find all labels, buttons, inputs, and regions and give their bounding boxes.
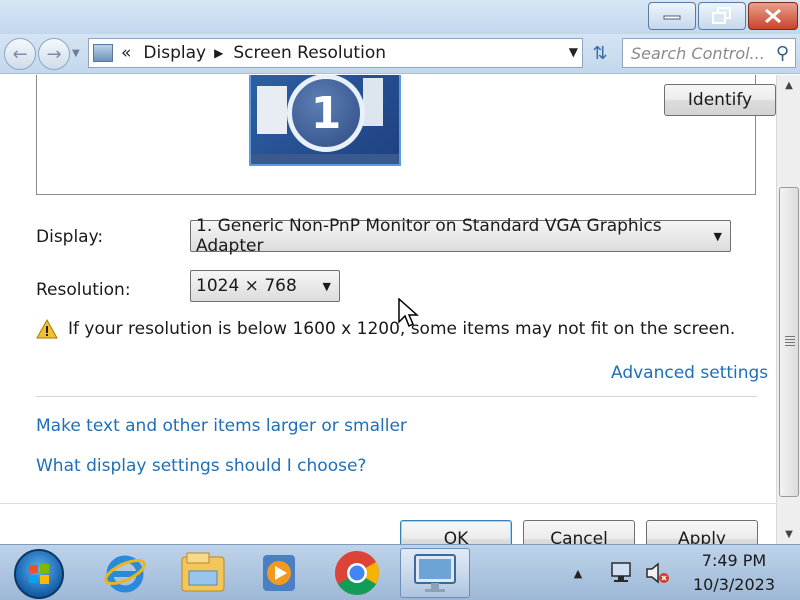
main-content: 1 Identify Display: 1. Generic Non-PnP M… — [0, 75, 776, 544]
resolution-label: Resolution: — [36, 280, 131, 300]
mouse-cursor-icon — [398, 298, 419, 328]
display-settings-icon — [414, 554, 456, 592]
refresh-button[interactable]: ⇅ — [586, 38, 614, 68]
internet-explorer-taskbar-button[interactable] — [98, 548, 152, 598]
clock-date: 10/3/2023 — [692, 575, 776, 594]
navigation-bar: ← → ▼ « Display ▶ Screen Resolution ▼ ⇅ … — [0, 34, 800, 74]
close-button[interactable] — [748, 2, 798, 30]
start-button[interactable] — [14, 549, 64, 599]
cancel-button[interactable]: Cancel — [523, 520, 635, 544]
monitor-number: 1 — [287, 75, 365, 152]
ok-button[interactable]: OK — [400, 520, 512, 544]
breadcrumb-display[interactable]: Display — [143, 43, 206, 63]
apply-button[interactable]: Apply — [646, 520, 758, 544]
minimize-button[interactable] — [648, 2, 696, 30]
breadcrumb-separator-icon[interactable]: ▶ — [214, 46, 223, 60]
restore-button[interactable] — [698, 2, 746, 30]
minimize-icon — [663, 15, 681, 20]
file-explorer-taskbar-button[interactable] — [176, 548, 230, 598]
refresh-icon: ⇅ — [592, 42, 608, 64]
window-title-bar — [0, 0, 800, 34]
volume-muted-icon — [646, 562, 669, 584]
chrome-icon — [335, 551, 379, 595]
back-button[interactable]: ← — [4, 38, 36, 70]
clock-time: 7:49 PM — [701, 551, 767, 570]
footer-divider — [0, 503, 776, 504]
internet-explorer-icon — [104, 555, 146, 593]
forward-button[interactable]: → — [38, 38, 70, 70]
media-player-taskbar-button[interactable] — [252, 548, 306, 598]
windows-logo-icon — [29, 564, 49, 584]
volume-tray-icon[interactable] — [642, 545, 672, 600]
control-panel-icon — [93, 44, 113, 62]
advanced-settings-link[interactable]: Advanced settings — [611, 363, 768, 383]
monitor-image[interactable]: 1 — [249, 75, 401, 166]
resolution-warning: If your resolution is below 1600 x 1200,… — [36, 318, 735, 339]
monitor-window-thumbnail — [363, 78, 383, 126]
arrow-right-icon: → — [46, 43, 62, 65]
scrollbar-thumb[interactable] — [779, 187, 799, 497]
identify-button[interactable]: Identify — [664, 84, 776, 116]
scroll-down-icon[interactable]: ▼ — [777, 524, 800, 544]
monitor-preview-area: 1 Identify — [36, 75, 776, 195]
monitor-window-thumbnail — [257, 86, 287, 134]
restore-icon — [712, 7, 731, 24]
network-icon — [611, 562, 631, 582]
close-icon — [765, 8, 781, 24]
taskbar: ▲ 7:49 PM 10/3/2023 — [0, 544, 800, 600]
arrow-left-icon: ← — [12, 43, 28, 65]
breadcrumb-overflow[interactable]: « — [121, 43, 131, 63]
resolution-select[interactable]: 1024 × 768 ▼ — [190, 270, 340, 302]
vertical-scrollbar[interactable]: ▲ ▼ — [776, 75, 800, 544]
scrollbar-grip — [785, 336, 795, 346]
text-size-link[interactable]: Make text and other items larger or smal… — [36, 416, 407, 436]
search-placeholder: Search Control... — [631, 43, 765, 63]
search-icon[interactable]: ⚲ — [776, 43, 789, 64]
system-clock[interactable]: 7:49 PM 10/3/2023 — [684, 549, 784, 597]
scroll-up-icon[interactable]: ▲ — [777, 75, 800, 95]
network-tray-icon[interactable] — [606, 545, 636, 600]
search-input[interactable]: Search Control... ⚲ — [622, 38, 796, 68]
control-panel-taskbar-button[interactable] — [400, 548, 470, 598]
display-select-value: 1. Generic Non-PnP Monitor on Standard V… — [196, 216, 662, 256]
warning-icon — [36, 318, 58, 339]
section-divider — [36, 396, 757, 397]
media-player-icon — [263, 555, 295, 591]
chevron-down-icon: ▼ — [713, 230, 722, 243]
resolution-select-value: 1024 × 768 — [196, 276, 297, 296]
chevron-up-icon: ▲ — [573, 566, 583, 580]
chevron-down-icon: ▼ — [322, 280, 331, 293]
display-select[interactable]: 1. Generic Non-PnP Monitor on Standard V… — [190, 216, 731, 256]
breadcrumb-screen-resolution[interactable]: Screen Resolution — [233, 43, 386, 63]
show-hidden-icons-button[interactable]: ▲ — [568, 545, 588, 600]
display-label: Display: — [36, 227, 104, 247]
address-dropdown-icon[interactable]: ▼ — [569, 45, 578, 59]
display-help-link[interactable]: What display settings should I choose? — [36, 456, 366, 476]
address-bar[interactable]: « Display ▶ Screen Resolution ▼ — [88, 38, 583, 68]
recent-pages-dropdown[interactable]: ▼ — [72, 48, 80, 59]
chrome-taskbar-button[interactable] — [330, 548, 384, 598]
folder-icon — [181, 552, 225, 592]
monitor-taskbar-thumbnail — [251, 154, 399, 164]
